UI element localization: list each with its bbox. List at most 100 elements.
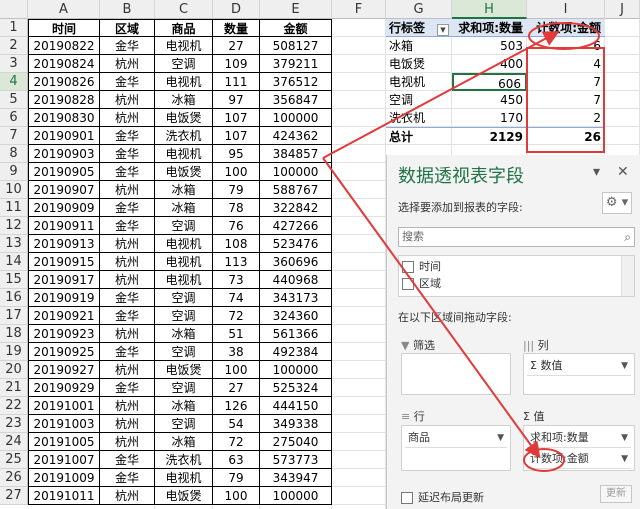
table-cell[interactable]: 金华	[100, 451, 155, 469]
row-header[interactable]: 26	[0, 469, 28, 487]
table-cell[interactable]: 324360	[260, 307, 332, 325]
table-cell[interactable]: 424362	[260, 127, 332, 145]
table-cell[interactable]: 20190925	[28, 343, 100, 361]
table-cell[interactable]: 杭州	[100, 253, 155, 271]
table-cell[interactable]: 95	[213, 145, 260, 163]
dropdown-icon[interactable]: ▼	[437, 24, 449, 36]
columns-area[interactable]: Σ 数值 ▼	[523, 353, 635, 395]
row-header[interactable]: 23	[0, 415, 28, 433]
pivot-header-cell[interactable]: 求和项:数量	[452, 19, 527, 37]
table-cell[interactable]: 72	[213, 433, 260, 451]
table-cell[interactable]: 109	[213, 55, 260, 73]
pivot-total-cell[interactable]: 26	[527, 127, 605, 145]
column-header-c[interactable]: C	[155, 0, 213, 19]
table-cell[interactable]: 20191005	[28, 433, 100, 451]
row-header[interactable]: 16	[0, 289, 28, 307]
pivot-cell[interactable]: 洗衣机	[386, 109, 452, 127]
table-cell[interactable]: 72	[213, 307, 260, 325]
row-header[interactable]: 6	[0, 109, 28, 127]
column-header-i[interactable]: I	[527, 0, 605, 19]
table-cell[interactable]: 20190913	[28, 235, 100, 253]
table-cell[interactable]: 73	[213, 271, 260, 289]
table-cell[interactable]: 杭州	[100, 415, 155, 433]
table-cell[interactable]: 561366	[260, 325, 332, 343]
column-header-h[interactable]: H	[452, 0, 527, 19]
table-cell[interactable]: 54	[213, 415, 260, 433]
table-cell[interactable]: 电视机	[155, 469, 213, 487]
table-cell[interactable]: 20190915	[28, 253, 100, 271]
table-cell[interactable]: 63	[213, 451, 260, 469]
table-cell[interactable]: 电视机	[155, 145, 213, 163]
table-cell[interactable]: 100000	[260, 487, 332, 505]
table-cell[interactable]: 空调	[155, 217, 213, 235]
table-cell[interactable]: 100	[213, 163, 260, 181]
table-cell[interactable]: 78	[213, 199, 260, 217]
table-cell[interactable]: 电饭煲	[155, 163, 213, 181]
table-cell[interactable]: 金华	[100, 379, 155, 397]
table-cell[interactable]: 20190903	[28, 145, 100, 163]
pivot-header-cell[interactable]: 计数项:金额	[527, 19, 605, 37]
pivot-cell[interactable]: 606	[452, 73, 527, 91]
pivot-cell[interactable]: 空调	[386, 91, 452, 109]
table-cell[interactable]: 107	[213, 109, 260, 127]
table-cell[interactable]: 20190919	[28, 289, 100, 307]
table-cell[interactable]: 20190828	[28, 91, 100, 109]
table-cell[interactable]: 20190905	[28, 163, 100, 181]
rows-chip[interactable]: 商品 ▼	[405, 429, 507, 448]
table-cell[interactable]: 20190911	[28, 217, 100, 235]
row-header[interactable]: 9	[0, 163, 28, 181]
table-cell[interactable]: 108	[213, 235, 260, 253]
table-cell[interactable]: 20191001	[28, 397, 100, 415]
table-cell[interactable]: 冰箱	[155, 199, 213, 217]
row-header[interactable]: 27	[0, 487, 28, 505]
table-cell[interactable]: 275040	[260, 433, 332, 451]
table-cell[interactable]: 356847	[260, 91, 332, 109]
field-list-scrollbar[interactable]	[621, 256, 634, 296]
pivot-cell[interactable]: 6	[527, 37, 605, 55]
table-cell[interactable]: 金华	[100, 217, 155, 235]
table-cell[interactable]: 电视机	[155, 235, 213, 253]
table-cell[interactable]: 74	[213, 289, 260, 307]
table-cell[interactable]: 20191009	[28, 469, 100, 487]
table-cell[interactable]: 100000	[260, 361, 332, 379]
table-cell[interactable]: 冰箱	[155, 181, 213, 199]
table-cell[interactable]: 20190917	[28, 271, 100, 289]
table-cell[interactable]: 金华	[100, 199, 155, 217]
table-cell[interactable]: 电视机	[155, 73, 213, 91]
table-cell[interactable]: 金华	[100, 307, 155, 325]
table-cell[interactable]: 349338	[260, 415, 332, 433]
table-cell[interactable]: 27	[213, 379, 260, 397]
row-header[interactable]: 1	[0, 19, 28, 37]
table-cell[interactable]: 金华	[100, 343, 155, 361]
table-cell[interactable]: 空调	[155, 289, 213, 307]
table-cell[interactable]: 空调	[155, 343, 213, 361]
table-cell[interactable]: 492384	[260, 343, 332, 361]
row-header[interactable]: 21	[0, 379, 28, 397]
table-cell[interactable]: 杭州	[100, 271, 155, 289]
row-header[interactable]: 15	[0, 271, 28, 289]
table-cell[interactable]: 杭州	[100, 487, 155, 505]
table-cell[interactable]: 杭州	[100, 433, 155, 451]
select-all-corner[interactable]	[0, 0, 28, 19]
field-item-region[interactable]: 区域	[402, 277, 441, 291]
table-cell[interactable]: 100000	[260, 163, 332, 181]
table-cell[interactable]: 79	[213, 181, 260, 199]
table-cell[interactable]: 20190907	[28, 181, 100, 199]
pivot-cell[interactable]: 2	[527, 109, 605, 127]
row-header[interactable]: 4	[0, 73, 28, 91]
table-cell[interactable]: 20190909	[28, 199, 100, 217]
table-cell[interactable]: 427266	[260, 217, 332, 235]
row-header[interactable]: 14	[0, 253, 28, 271]
table-cell[interactable]: 51	[213, 325, 260, 343]
table-cell[interactable]: 76	[213, 217, 260, 235]
table-cell[interactable]: 电视机	[155, 253, 213, 271]
table-cell[interactable]: 电饭煲	[155, 487, 213, 505]
table-cell[interactable]: 20190830	[28, 109, 100, 127]
table-cell[interactable]: 金华	[100, 469, 155, 487]
pivot-cell[interactable]: 7	[527, 73, 605, 91]
table-cell[interactable]: 洗衣机	[155, 127, 213, 145]
table-cell[interactable]: 杭州	[100, 109, 155, 127]
checkbox[interactable]	[401, 492, 413, 504]
row-header[interactable]: 12	[0, 217, 28, 235]
table-cell[interactable]: 电饭煲	[155, 361, 213, 379]
